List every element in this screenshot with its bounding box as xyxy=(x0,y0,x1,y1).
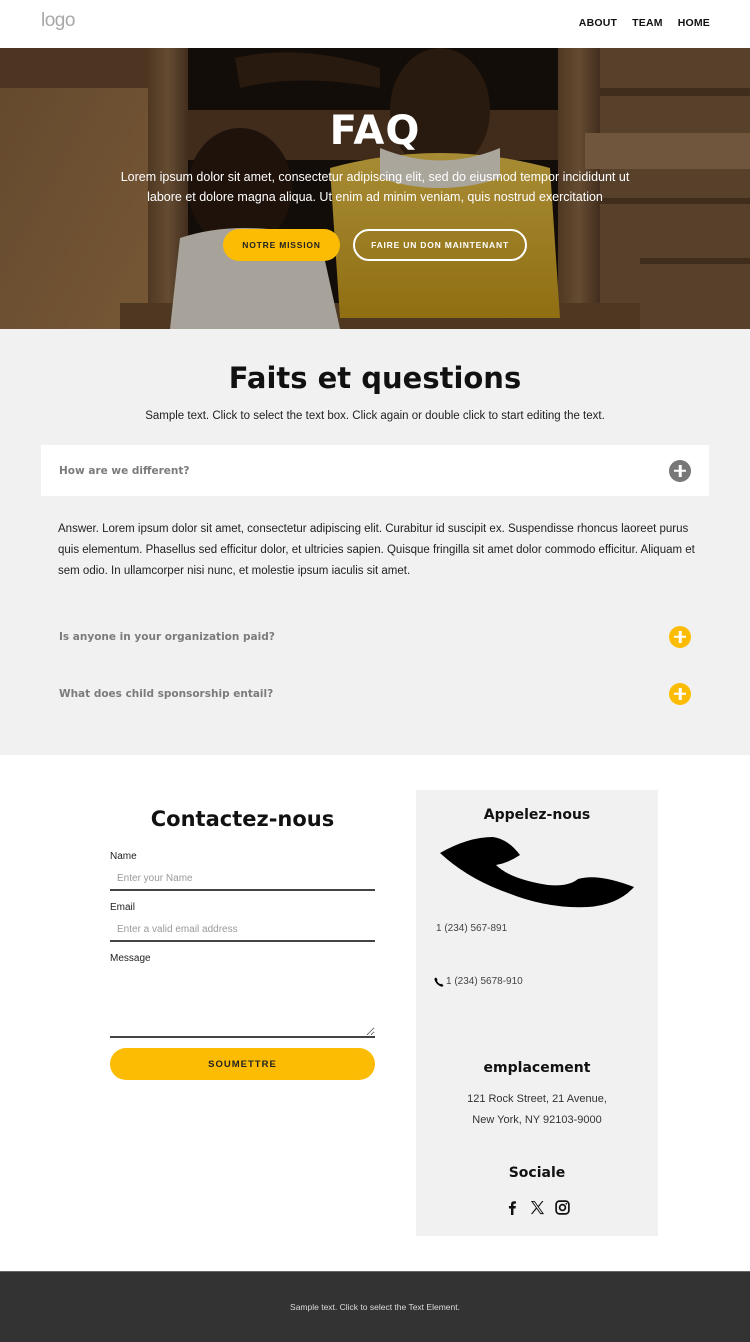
call-us-heading: Appelez-nous xyxy=(483,807,591,823)
faq-item-how-different[interactable]: How are we different? xyxy=(41,445,709,496)
faq-question: Is anyone in your organization paid? xyxy=(59,630,275,643)
faq-answer: Answer. Lorem ipsum dolor sit amet, cons… xyxy=(58,523,695,577)
address-line-1: 121 Rock Street, 21 Avenue, xyxy=(467,1093,607,1105)
hero-content: FAQ Lorem ipsum dolor sit amet, consecte… xyxy=(0,48,750,329)
address-line-2: New York, NY 92103-9000 xyxy=(472,1114,602,1126)
location-heading: emplacement xyxy=(483,1060,591,1076)
nav-team[interactable]: TEAM xyxy=(632,17,663,29)
email-label: Email xyxy=(110,902,136,913)
name-input[interactable] xyxy=(110,867,375,891)
faq-question: How are we different? xyxy=(59,464,190,477)
phone-number-1: 1 (234) 567-891 xyxy=(436,923,508,934)
contact-title: Contactez-nous xyxy=(150,807,335,831)
social-links xyxy=(416,1200,658,1215)
notre-mission-button[interactable]: NOTRE MISSION xyxy=(223,229,340,261)
faq-section: Faits et questions Sample text. Click to… xyxy=(0,329,750,755)
message-textarea[interactable] xyxy=(110,976,375,1038)
faq-item-child-sponsorship[interactable]: What does child sponsorship entail? xyxy=(41,668,709,719)
faq-subtitle: Sample text. Click to select the text bo… xyxy=(145,410,605,422)
faq-title: Faits et questions xyxy=(228,361,522,395)
donate-now-button[interactable]: FAIRE UN DON MAINTENANT xyxy=(353,229,527,261)
footer-text: Sample text. Click to select the Text El… xyxy=(290,1302,460,1312)
hero-title: FAQ xyxy=(329,108,421,154)
site-footer: Sample text. Click to select the Text El… xyxy=(0,1271,750,1342)
plus-circle-icon[interactable] xyxy=(669,459,691,482)
hero-section: FAQ Lorem ipsum dolor sit amet, consecte… xyxy=(0,48,750,329)
faq-question: What does child sponsorship entail? xyxy=(59,687,274,700)
plus-circle-icon[interactable] xyxy=(669,682,691,705)
phone-icon xyxy=(434,977,444,987)
contact-info-card: Appelez-nous 1 (234) 567-891 1 (234) 567… xyxy=(416,790,658,1236)
hero-buttons: NOTRE MISSION FAIRE UN DON MAINTENANT xyxy=(0,229,750,261)
phone-number-2-row: 1 (234) 5678-910 xyxy=(434,976,523,987)
address: 121 Rock Street, 21 Avenue, New York, NY… xyxy=(416,1089,658,1131)
phone-number-2: 1 (234) 5678-910 xyxy=(446,976,523,987)
instagram-icon[interactable] xyxy=(554,1200,570,1215)
x-twitter-icon[interactable] xyxy=(530,1200,545,1215)
hero-text: Lorem ipsum dolor sit amet, consectetur … xyxy=(120,170,630,204)
contact-section: Contactez-nous Name Email Message SOUMET… xyxy=(0,755,750,1271)
email-input[interactable] xyxy=(110,918,375,942)
message-label: Message xyxy=(110,953,151,964)
nav-about[interactable]: ABOUT xyxy=(579,17,617,29)
logo[interactable]: logo xyxy=(41,10,75,32)
facebook-icon[interactable] xyxy=(505,1200,520,1215)
phone-handset-icon xyxy=(440,837,634,908)
nav-home[interactable]: HOME xyxy=(678,17,710,29)
plus-circle-icon[interactable] xyxy=(669,625,691,648)
social-heading: Sociale xyxy=(508,1165,566,1181)
main-nav: ABOUT TEAM HOME xyxy=(579,17,710,29)
submit-button[interactable]: SOUMETTRE xyxy=(110,1048,375,1080)
name-label: Name xyxy=(110,851,137,862)
faq-item-organization-paid[interactable]: Is anyone in your organization paid? xyxy=(41,611,709,662)
site-header: logo ABOUT TEAM HOME xyxy=(0,0,750,48)
